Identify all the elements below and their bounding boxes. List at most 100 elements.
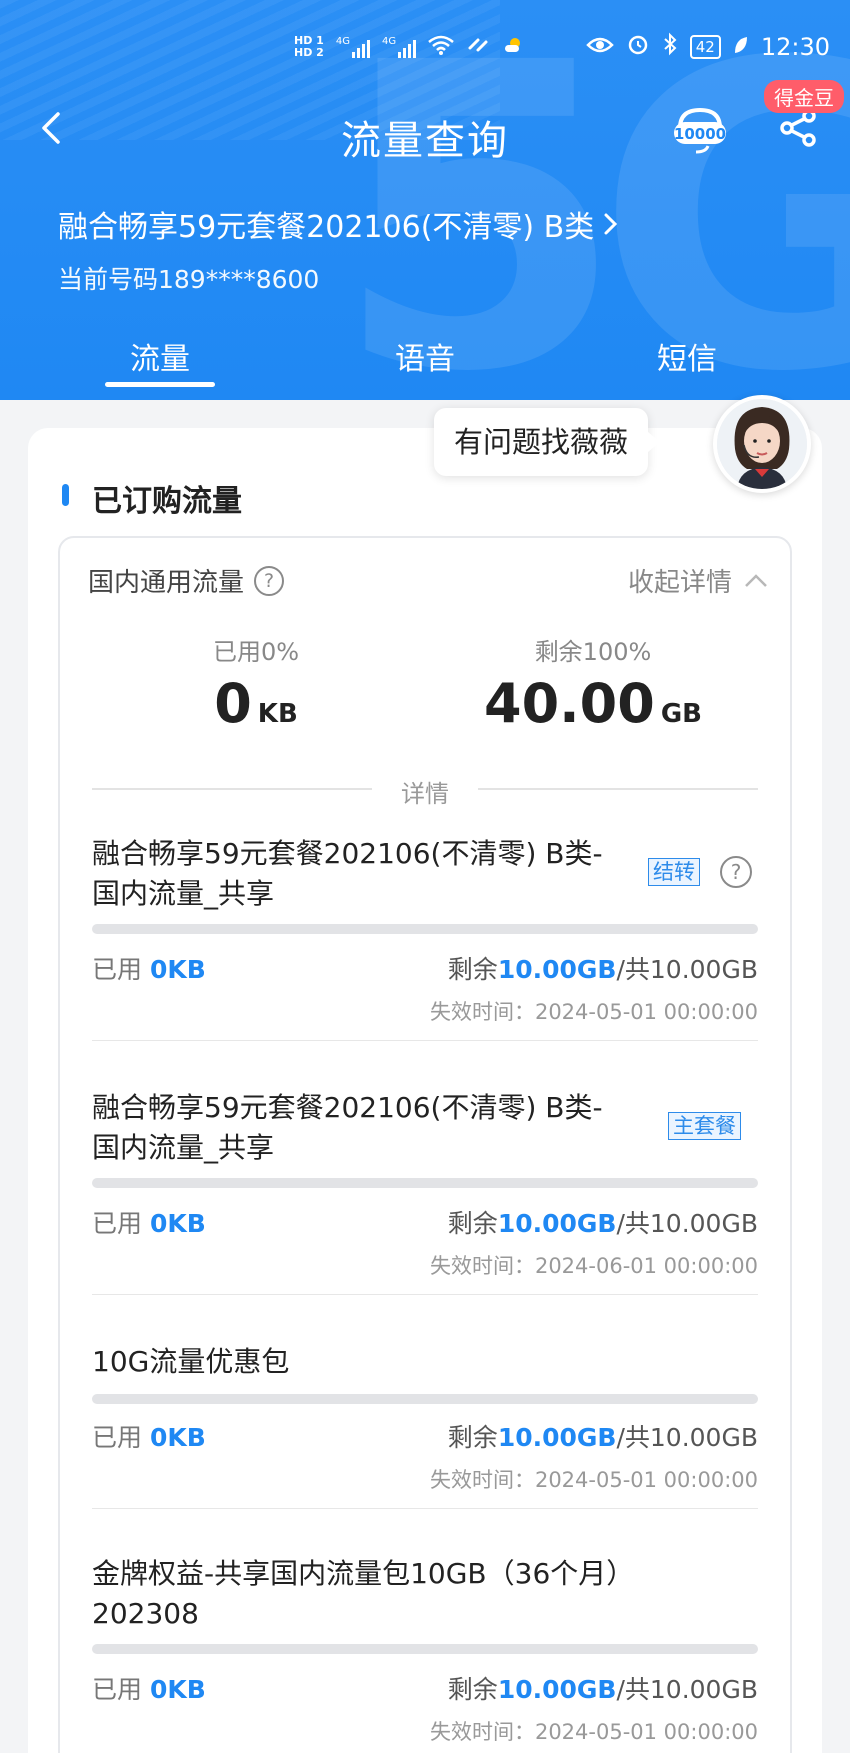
net2-label: 4G [381,36,397,47]
used-percent-label: 已用0% [212,638,300,666]
expiry-time: 失效时间：2024-05-01 00:00:00 [429,1720,758,1744]
details-label: 详情 [401,780,449,808]
signal-1-icon: 4G [336,36,370,58]
total-amount: /共10.00GB [616,1209,758,1238]
eye-icon [585,33,614,61]
package-name: 融合畅享59元套餐202106(不清零) B类-国内流量_共享 [92,837,603,910]
total-amount: /共10.00GB [616,955,758,984]
divider [92,1040,758,1041]
share-icon [780,109,816,147]
remaining-amount: 剩余10.00GB/共10.00GB [448,1418,758,1454]
usage-bar [92,1644,758,1654]
tab-data[interactable]: 流量 [80,334,240,378]
alarm-icon [626,32,650,62]
remain-value: 40.00 GB [413,672,773,735]
net1-label: 4G [335,36,350,47]
usage-bar [92,1178,758,1188]
expiry-time: 失效时间：2024-06-01 00:00:00 [429,1254,758,1278]
remain-unit: GB [660,699,702,729]
usage-bar [92,1394,758,1404]
divider [92,1294,758,1295]
signal-2-icon: 4G [381,36,417,58]
chevron-right-icon [604,213,618,235]
used-prefix: 已用 [92,1675,150,1704]
expiry-time: 失效时间：2024-05-01 00:00:00 [429,1000,758,1024]
package-name: 融合畅享59元套餐202106(不清零) B类-国内流量_共享 [92,1091,603,1164]
plan-name-label: 融合畅享59元套餐202106(不清零) B类 [58,210,595,245]
remaining-amount: 剩余10.00GB/共10.00GB [448,950,758,986]
chevron-up-icon [745,573,767,587]
divider [92,1508,758,1509]
package-item: 10G流量优惠包 已用 0KB 剩余10.00GB/共10.00GB 失效时间：… [92,1342,758,1512]
assistant-bubble[interactable]: 有问题找薇薇 [434,408,661,476]
remaining-amount: 剩余10.00GB/共10.00GB [448,1204,758,1240]
battery-icon: 42 [689,35,721,59]
used-unit: KB [257,699,298,729]
used-number: 0 [214,672,252,735]
package-item: 金牌权益-共享国内流量包10GB（36个月）202308 已用 0KB 剩余10… [92,1554,758,1753]
header: 5G HD 1 HD 2 4G 4G 42 12:30 流量查询 10000 得… [0,0,850,400]
remain-percent-label: 剩余100% [534,638,652,666]
nav-bar: 流量查询 10000 [0,96,850,166]
gold-bean-badge[interactable]: 得金豆 [764,80,844,113]
remain-prefix: 剩余 [447,1209,498,1238]
summary-title-text: 国内通用流量 [88,568,245,598]
used-value: 0 KB [76,672,436,735]
package-tag: 主套餐 [668,1112,741,1140]
package-tag: 结转 [648,858,700,886]
used-prefix: 已用 [92,1209,150,1238]
used-amount-value: 0KB [149,1423,206,1452]
package-item: 融合畅享59元套餐202106(不清零) B类-国内流量_共享 主套餐 已用 0… [92,1088,758,1298]
expiry-time: 失效时间：2024-05-01 00:00:00 [429,1468,758,1492]
remain-amount-value: 10.00GB [497,1423,617,1452]
hd-badges: HD 1 HD 2 [294,35,324,59]
help-icon[interactable]: ? [720,856,752,888]
used-prefix: 已用 [92,955,150,984]
assistant-avatar[interactable] [713,395,811,493]
clock-time: 12:30 [760,33,830,61]
status-bar: HD 1 HD 2 4G 4G 42 12:30 [0,28,850,72]
package-item: 融合畅享59元套餐202106(不清零) B类-国内流量_共享 结转 ? 已用 … [92,834,758,1044]
section-title: 已订购流量 [92,484,242,519]
remain-prefix: 剩余 [447,955,498,984]
wifi-icon [428,34,454,60]
package-name: 金牌权益-共享国内流量包10GB（36个月）202308 [92,1557,635,1630]
remain-amount-value: 10.00GB [497,1675,617,1704]
tab-voice[interactable]: 语音 [345,334,505,378]
remain-number: 40.00 [484,672,655,735]
collapse-label: 收起详情 [627,568,732,598]
summary-title: 国内通用流量 ? [88,562,285,599]
active-tab-indicator [105,382,215,387]
plan-selector[interactable]: 融合畅享59元套餐202106(不清零) B类 [58,202,620,246]
remain-amount-value: 10.00GB [497,1209,617,1238]
current-phone: 当前号码189****8600 [58,265,320,294]
used-amount: 已用 0KB [92,1670,206,1706]
tab-bar: 流量 语音 短信 [0,330,850,390]
section-accent [62,484,69,506]
used-prefix: 已用 [92,1423,150,1452]
total-amount: /共10.00GB [616,1675,758,1704]
share-button[interactable] [778,108,818,148]
assistant-avatar-image [717,399,807,489]
link-icon [466,34,490,60]
used-amount: 已用 0KB [92,950,206,986]
used-amount: 已用 0KB [92,1204,206,1240]
used-amount-value: 0KB [149,1675,206,1704]
used-amount-value: 0KB [149,955,206,984]
total-amount: /共10.00GB [616,1423,758,1452]
used-amount-value: 0KB [149,1209,206,1238]
headset-10000-icon: 10000 [674,107,726,154]
bluetooth-icon [662,32,678,62]
customer-service-button[interactable]: 10000 [672,106,728,156]
package-name: 10G流量优惠包 [92,1345,290,1378]
collapse-details-button[interactable]: 收起详情 [628,562,768,599]
tab-sms[interactable]: 短信 [607,334,767,378]
remain-amount-value: 10.00GB [497,955,617,984]
remain-prefix: 剩余 [447,1423,498,1452]
weather-icon [502,34,524,60]
help-icon[interactable]: ? [254,565,285,596]
remain-prefix: 剩余 [447,1675,498,1704]
leaf-icon [733,33,749,61]
service-number: 10000 [674,125,726,143]
hd2-label: HD 2 [294,46,324,59]
